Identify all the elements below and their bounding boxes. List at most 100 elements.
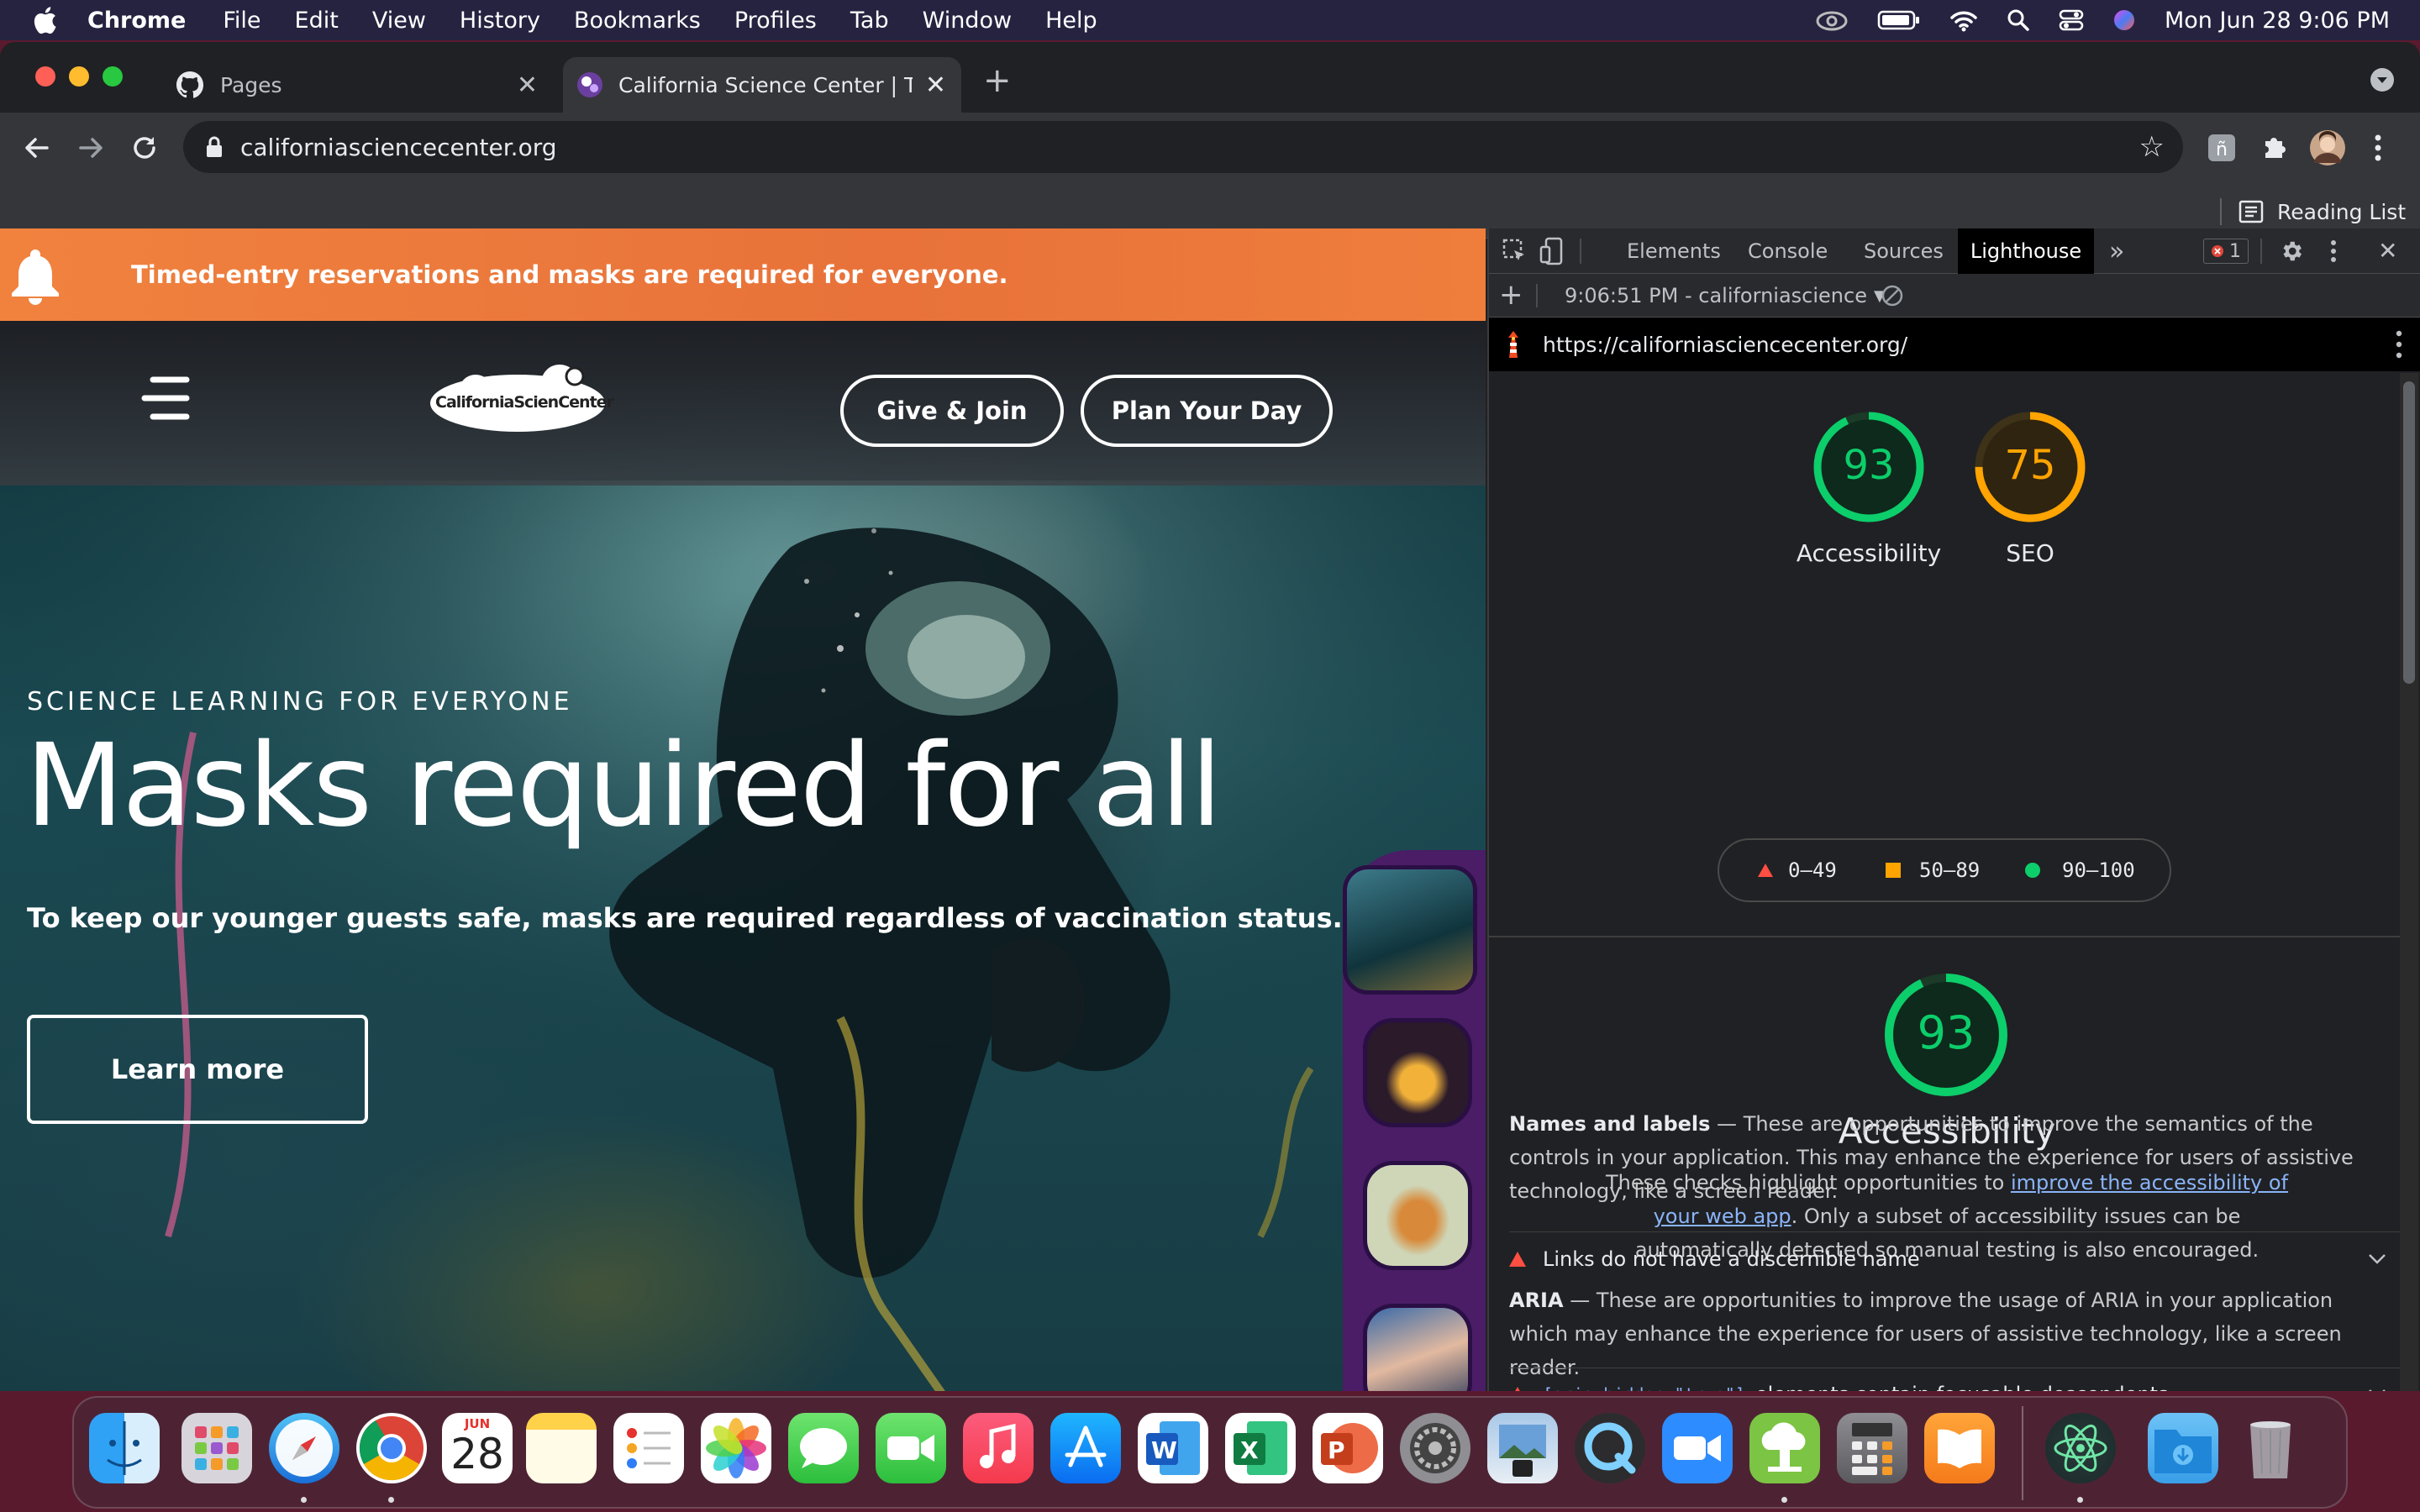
new-report-plus-icon[interactable]: + xyxy=(1499,279,1523,311)
battery-icon[interactable] xyxy=(1877,9,1921,31)
back-arrow-icon[interactable] xyxy=(22,133,52,163)
legend-range: 90–100 xyxy=(2062,858,2135,882)
report-url[interactable]: https://californiasciencecenter.org/ xyxy=(1543,333,1907,357)
error-counter[interactable]: 1 xyxy=(2203,239,2249,264)
reminders-icon[interactable] xyxy=(613,1413,684,1483)
app-menu-chrome[interactable]: Chrome xyxy=(87,8,186,34)
close-tab-icon[interactable]: ✕ xyxy=(925,71,946,100)
chrome-icon[interactable] xyxy=(356,1413,427,1483)
hamburger-menu-icon[interactable] xyxy=(141,371,192,425)
carousel-thumb-exhibit[interactable] xyxy=(1363,1018,1472,1127)
zoom-window-button[interactable] xyxy=(103,66,123,87)
apple-icon[interactable] xyxy=(32,6,57,34)
audit-link-name[interactable]: Links do not have a discernible name xyxy=(1509,1231,2400,1285)
atom-icon[interactable] xyxy=(2045,1413,2116,1483)
menu-profiles[interactable]: Profiles xyxy=(734,8,817,34)
books-icon[interactable] xyxy=(1924,1413,1995,1483)
spotlight-search-icon[interactable] xyxy=(2007,8,2030,32)
menu-tab[interactable]: Tab xyxy=(850,8,889,34)
report-kebab-menu-icon[interactable] xyxy=(2395,329,2403,360)
tab-pages[interactable]: Pages ✕ xyxy=(163,57,551,113)
control-center-icon[interactable] xyxy=(2059,8,2084,32)
reload-icon[interactable] xyxy=(129,133,160,163)
menu-clock[interactable]: Mon Jun 28 9:06 PM xyxy=(2165,8,2390,34)
devtools-tab-console[interactable]: Console xyxy=(1748,228,1828,274)
zoom-icon[interactable] xyxy=(1662,1413,1733,1483)
profile-avatar[interactable] xyxy=(2309,129,2346,166)
preview-icon[interactable] xyxy=(1487,1413,1558,1483)
devtools-tab-sources[interactable]: Sources xyxy=(1864,228,1944,274)
screen-sharing-icon[interactable] xyxy=(1749,1413,1820,1483)
report-scrollbar[interactable] xyxy=(2400,373,2418,1391)
launchpad-icon[interactable] xyxy=(182,1413,252,1483)
calendar-icon[interactable]: JUN 28 xyxy=(442,1413,513,1483)
siri-icon[interactable] xyxy=(2112,8,2136,32)
address-bar[interactable]: californiasciencecenter.org ☆ xyxy=(183,121,2183,173)
photos-icon[interactable] xyxy=(701,1413,771,1483)
app-store-icon[interactable] xyxy=(1050,1413,1121,1483)
site-header: CaliforniaScienCenter Give & Join Plan Y… xyxy=(0,321,1486,486)
audit-group-names-labels: Names and labels — These are opportuniti… xyxy=(1509,1112,2354,1203)
menu-help[interactable]: Help xyxy=(1045,8,1097,34)
close-window-button[interactable] xyxy=(35,66,55,87)
site-logo[interactable]: CaliforniaScienCenter xyxy=(425,363,614,438)
menu-view[interactable]: View xyxy=(372,8,426,34)
system-preferences-icon[interactable] xyxy=(1400,1413,1470,1483)
calculator-icon[interactable] xyxy=(1837,1413,1907,1483)
inspect-element-icon[interactable] xyxy=(1502,239,1528,264)
extensions-puzzle-icon[interactable] xyxy=(2259,133,2289,163)
learn-more-button[interactable]: Learn more xyxy=(27,1015,368,1124)
chrome-menu-icon[interactable] xyxy=(2373,131,2383,165)
powerpoint-icon[interactable]: P xyxy=(1313,1413,1383,1483)
finder-icon[interactable] xyxy=(89,1413,160,1483)
scrollbar-thumb[interactable] xyxy=(2403,381,2415,684)
menu-file[interactable]: File xyxy=(223,8,260,34)
new-tab-button[interactable]: + xyxy=(983,64,1012,97)
word-icon[interactable]: W xyxy=(1138,1413,1208,1483)
creative-cloud-icon[interactable] xyxy=(1815,8,1849,32)
carousel-thumb-aquarium[interactable] xyxy=(1343,865,1477,995)
menu-bookmarks[interactable]: Bookmarks xyxy=(574,8,701,34)
minimize-window-button[interactable] xyxy=(69,66,89,87)
tab-california-science-center[interactable]: California Science Center | The ✕ xyxy=(563,57,961,113)
excel-icon[interactable]: X xyxy=(1225,1413,1296,1483)
menu-window[interactable]: Window xyxy=(923,8,1012,34)
devtools-tab-elements[interactable]: Elements xyxy=(1627,228,1721,274)
give-and-join-button[interactable]: Give & Join xyxy=(840,375,1064,447)
music-icon[interactable] xyxy=(963,1413,1034,1483)
extension-icon[interactable]: ñ xyxy=(2207,133,2237,163)
settings-gear-icon[interactable] xyxy=(2279,239,2304,264)
close-devtools-icon[interactable]: ✕ xyxy=(2378,237,2397,265)
devtools-kebab-menu-icon[interactable] xyxy=(2329,239,2338,264)
lock-icon[interactable] xyxy=(205,135,224,159)
plan-your-day-button[interactable]: Plan Your Day xyxy=(1081,375,1333,447)
more-tabs-chevron-icon[interactable]: » xyxy=(2109,228,2124,274)
carousel-thumb-tiger[interactable] xyxy=(1363,1161,1472,1270)
notes-icon[interactable] xyxy=(526,1413,597,1483)
close-tab-icon[interactable]: ✕ xyxy=(517,71,538,100)
score-gauge-accessibility[interactable]: 93 Accessibility xyxy=(1797,408,1941,576)
reading-list-button[interactable]: Reading List xyxy=(2238,193,2406,230)
devtools-tab-lighthouse[interactable]: Lighthouse xyxy=(1958,228,2094,274)
wifi-icon[interactable] xyxy=(1949,8,1978,32)
macos-dock: JUN 28 W X P xyxy=(72,1396,2348,1509)
browser-toolbar: californiasciencecenter.org ☆ ñ xyxy=(0,113,2420,185)
downloads-folder-icon[interactable] xyxy=(2148,1413,2218,1483)
messages-icon[interactable] xyxy=(788,1413,859,1483)
report-selector-dropdown[interactable]: 9:06:51 PM - californiascience ▼ xyxy=(1565,281,1886,311)
legend-pass: 90–100 xyxy=(2025,858,2135,882)
bookmark-star-icon[interactable]: ☆ xyxy=(2139,130,2165,164)
menu-edit[interactable]: Edit xyxy=(295,8,339,34)
dock-divider xyxy=(2022,1406,2023,1500)
trash-icon[interactable] xyxy=(2235,1413,2306,1483)
clear-reports-icon[interactable] xyxy=(1881,284,1904,307)
quicktime-icon[interactable] xyxy=(1575,1413,1645,1483)
forward-arrow-icon[interactable] xyxy=(76,133,106,163)
safari-icon[interactable] xyxy=(269,1413,339,1483)
menu-history[interactable]: History xyxy=(460,8,540,34)
tab-search-icon[interactable] xyxy=(2370,67,2395,92)
carousel-thumb-visitors[interactable] xyxy=(1363,1304,1472,1391)
score-gauge-seo[interactable]: 75 SEO xyxy=(1963,408,2097,576)
facetime-icon[interactable] xyxy=(876,1413,946,1483)
device-toolbar-icon[interactable] xyxy=(1539,237,1565,265)
